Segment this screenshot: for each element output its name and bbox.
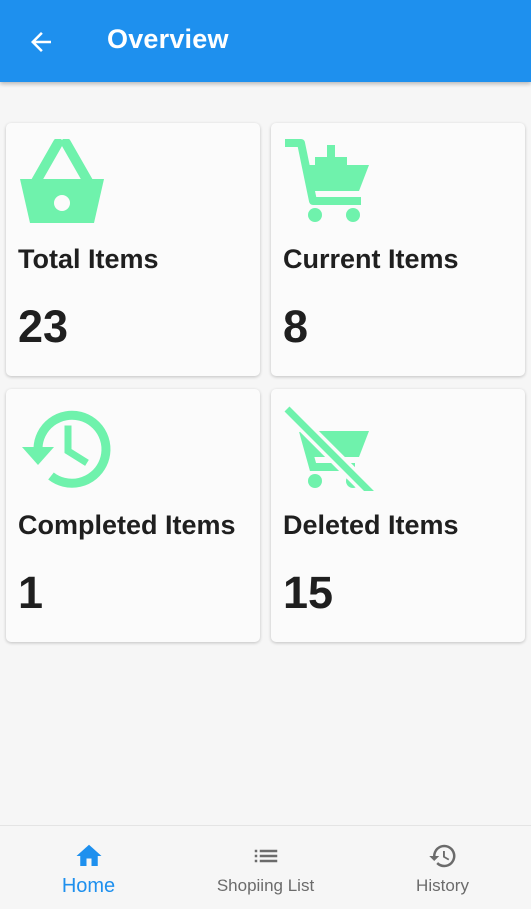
- history-icon: [22, 410, 111, 488]
- card-label: Current Items: [283, 244, 459, 274]
- nav-history[interactable]: History: [354, 826, 531, 909]
- card-value: 15: [283, 567, 334, 618]
- nav-shopping-list[interactable]: Shopiing List: [177, 826, 354, 909]
- basket-icon: [20, 139, 104, 223]
- history-icon: [429, 844, 456, 868]
- back-button[interactable]: [22, 23, 60, 61]
- page-title: Overview: [107, 24, 229, 54]
- card-deleted-items[interactable]: Deleted Items 15: [271, 389, 525, 642]
- card-total-items[interactable]: Total Items 23: [6, 123, 260, 376]
- card-label: Total Items: [18, 244, 159, 274]
- bottom-navigation: Home Shopiing List History: [0, 825, 531, 909]
- card-value: 8: [283, 301, 309, 352]
- nav-label: Shopiing List: [216, 876, 315, 895]
- card-current-items[interactable]: Current Items 8: [271, 123, 525, 376]
- nav-home[interactable]: Home: [0, 826, 177, 909]
- cart-off-icon: [283, 405, 377, 491]
- arrow-left-icon: [31, 32, 51, 52]
- card-label: Deleted Items: [283, 510, 459, 540]
- cart-plus-icon: [285, 139, 369, 222]
- home-icon: [76, 844, 102, 866]
- list-icon: [254, 849, 278, 863]
- nav-label: History: [416, 876, 469, 895]
- card-label: Completed Items: [18, 510, 236, 540]
- nav-label: Home: [61, 875, 116, 897]
- card-value: 1: [18, 567, 44, 618]
- card-completed-items[interactable]: Completed Items 1: [6, 389, 260, 642]
- app-bar: Overview: [0, 0, 531, 82]
- card-value: 23: [18, 301, 69, 352]
